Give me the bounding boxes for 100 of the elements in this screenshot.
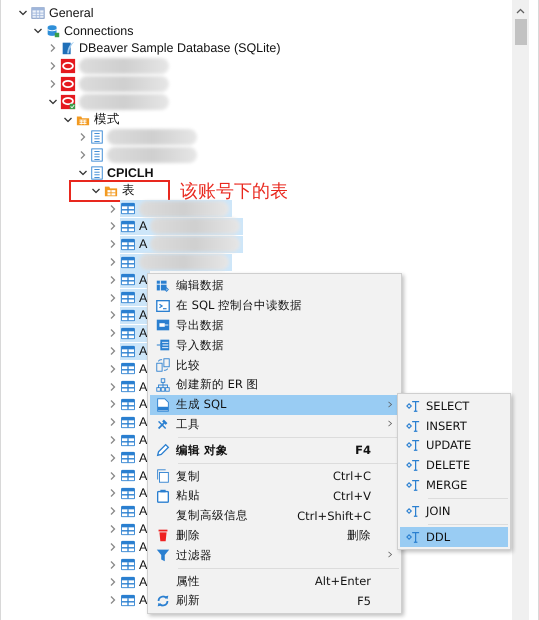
- copy-icon: [155, 468, 171, 484]
- tree-item[interactable]: A: [120, 360, 150, 378]
- tree-item[interactable]: A: [120, 520, 150, 538]
- export-icon: [155, 317, 171, 334]
- import-icon: [155, 337, 171, 354]
- table-icon: [120, 504, 136, 518]
- table-icon: [120, 362, 136, 376]
- tree-item[interactable]: A: [120, 467, 150, 484]
- menu-item[interactable]: MERGE: [400, 475, 508, 495]
- table-icon: [120, 522, 136, 536]
- tree-item[interactable]: A: [120, 502, 150, 520]
- pencil-icon: [155, 442, 171, 458]
- annotation-text: 该账号下的表: [180, 180, 288, 203]
- menu-item[interactable]: DDL: [400, 526, 508, 547]
- tree-item[interactable]: A: [120, 556, 150, 574]
- tree-item[interactable]: A: [120, 592, 150, 609]
- menu-item[interactable]: 创建新的 ER 图: [150, 374, 399, 395]
- tree-item[interactable]: A: [120, 378, 150, 396]
- chevron-icon[interactable]: [48, 96, 58, 107]
- tree-item[interactable]: CPICLH: [90, 164, 157, 182]
- table-icon: [120, 291, 136, 304]
- shortcut-label: Ctrl+Shift+C: [297, 508, 372, 523]
- menu-item[interactable]: 编辑 对象 F4: [150, 440, 399, 460]
- chevron-icon[interactable]: [63, 114, 73, 125]
- menu-item[interactable]: 过滤器: [150, 545, 399, 566]
- folder-icon: [103, 184, 119, 198]
- tree-item[interactable]: Connections: [45, 22, 136, 40]
- diagram-icon: [155, 376, 171, 393]
- tree-item[interactable]: A: [120, 236, 244, 253]
- table-icon: [120, 344, 136, 358]
- chevron-icon[interactable]: [91, 186, 101, 196]
- tree-item[interactable]: A: [120, 414, 150, 431]
- grid-edit-icon: [155, 278, 171, 294]
- document-icon: [155, 396, 171, 413]
- shortcut-label: 删除: [347, 528, 372, 543]
- tree-item[interactable]: [120, 254, 232, 271]
- menu-item[interactable]: 导入数据: [150, 335, 399, 356]
- template-icon: [405, 478, 421, 492]
- tree-item[interactable]: A: [120, 574, 150, 591]
- table-icon: [120, 220, 136, 233]
- table-icon: [120, 558, 136, 572]
- menu-item[interactable]: 刷新 F5: [150, 590, 399, 611]
- table-icon: [120, 434, 136, 447]
- tree-item[interactable]: 模式: [75, 111, 123, 128]
- menu-item[interactable]: SELECT: [400, 396, 508, 416]
- feather-icon: [60, 40, 76, 56]
- tree-item[interactable]: DBeaver Sample Database (SQLite): [60, 40, 284, 57]
- tree-item[interactable]: A: [120, 484, 150, 502]
- menu-item[interactable]: JOIN: [400, 500, 508, 521]
- menu-item[interactable]: 属性 Alt+Enter: [150, 571, 399, 591]
- refresh-icon: [155, 592, 171, 609]
- table-grid-icon: [30, 6, 46, 20]
- menu-item[interactable]: DELETE: [400, 455, 508, 476]
- tree-item[interactable]: A: [120, 396, 150, 413]
- tree-item[interactable]: A: [120, 218, 244, 235]
- menu-item[interactable]: 复制高级信息 Ctrl+Shift+C: [150, 506, 399, 526]
- menu-item[interactable]: 比较: [150, 355, 399, 375]
- filter-icon: [155, 547, 171, 564]
- template-icon: [405, 438, 421, 452]
- table-icon: [120, 594, 136, 607]
- scrollbar[interactable]: [512, 0, 529, 620]
- table-icon: [120, 238, 136, 251]
- tree-item[interactable]: 表: [103, 182, 138, 200]
- shortcut-label: Ctrl+C: [332, 469, 372, 484]
- tree-item[interactable]: A: [120, 449, 150, 466]
- menu-item[interactable]: 编辑数据: [150, 276, 399, 296]
- table-icon: [120, 576, 136, 589]
- menu-item[interactable]: 生成 SQL: [150, 394, 399, 415]
- menu-item[interactable]: 粘贴 Ctrl+V: [150, 486, 399, 506]
- menu-item[interactable]: 复制 Ctrl+C: [150, 466, 399, 486]
- tree-item[interactable]: General: [30, 4, 96, 22]
- menu-item[interactable]: INSERT: [400, 416, 508, 436]
- shortcut-label: F5: [357, 594, 372, 608]
- table-icon: [120, 416, 136, 429]
- chevron-icon[interactable]: [18, 8, 28, 18]
- clipboard-icon: [155, 488, 171, 504]
- table-icon: [120, 451, 136, 464]
- menu-item[interactable]: 删除 删除: [150, 526, 399, 546]
- table-icon: [120, 308, 136, 322]
- menu-item[interactable]: 工具: [150, 414, 399, 434]
- compare-icon: [155, 357, 171, 374]
- template-icon: [405, 418, 421, 433]
- chevron-icon[interactable]: [33, 26, 43, 36]
- tree-item[interactable]: A: [120, 271, 150, 288]
- menu-item[interactable]: 在 SQL 控制台中读数据: [150, 296, 399, 316]
- schema-icon: [90, 147, 104, 164]
- template-icon: [405, 458, 421, 472]
- tree-item[interactable]: A: [120, 538, 150, 556]
- menu-item[interactable]: 导出数据: [150, 316, 399, 336]
- scroll-up-icon[interactable]: [516, 7, 525, 16]
- table-icon: [120, 326, 136, 340]
- menu-item[interactable]: UPDATE: [400, 436, 508, 456]
- tree-item[interactable]: A: [120, 432, 150, 449]
- table-icon: [120, 273, 136, 286]
- schema-icon: [90, 129, 104, 146]
- oracle-icon: [60, 58, 76, 74]
- schema-icon: [90, 165, 104, 182]
- table-icon: [120, 469, 136, 482]
- tree-item[interactable]: [120, 200, 232, 218]
- scroll-thumb[interactable]: [514, 19, 526, 45]
